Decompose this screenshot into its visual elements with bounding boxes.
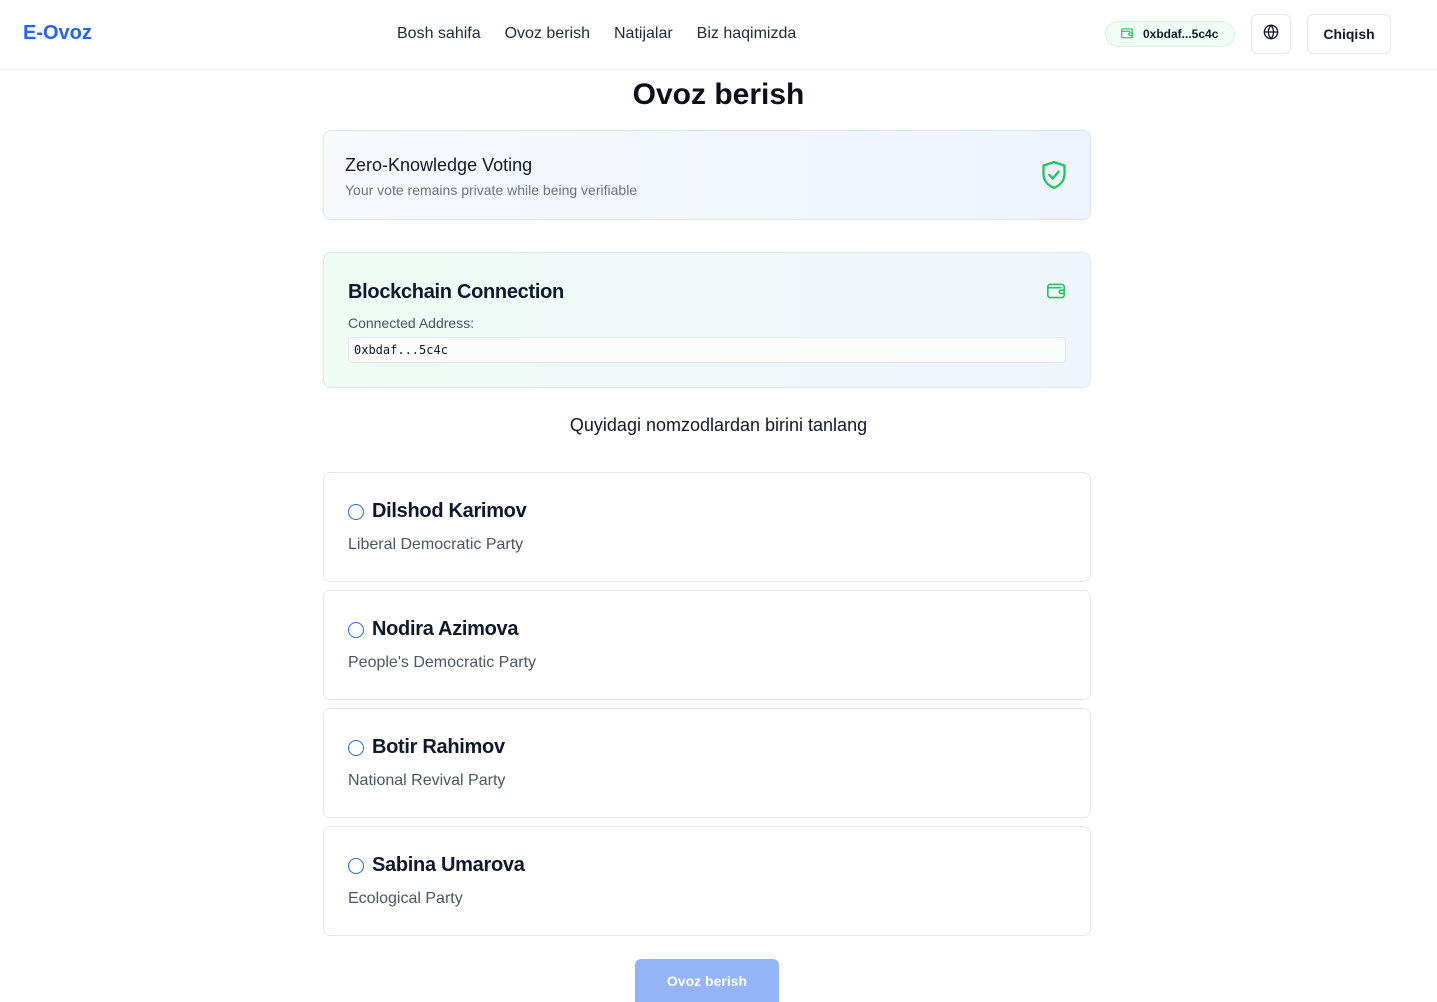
candidate-name: Sabina Umarova: [372, 854, 525, 876]
blockchain-connection-card: Blockchain Connection Connected Address:…: [323, 252, 1091, 388]
candidate-name: Dilshod Karimov: [372, 500, 527, 522]
candidate-name: Botir Rahimov: [372, 736, 505, 758]
wallet-icon: [1120, 26, 1134, 43]
zk-card-title: Zero-Knowledge Voting: [345, 155, 533, 175]
candidate-party: Liberal Democratic Party: [348, 536, 524, 553]
connected-address-label: Connected Address:: [348, 315, 475, 331]
candidate-option[interactable]: Sabina Umarova Ecological Party: [323, 826, 1091, 936]
main-nav: Bosh sahifa Ovoz berish Natijalar Biz ha…: [397, 25, 820, 43]
candidate-party: Ecological Party: [348, 890, 463, 907]
wallet-address-short: 0xbdaf...5c4c: [1143, 27, 1219, 41]
nav-link-vote[interactable]: Ovoz berish: [505, 25, 590, 43]
candidate-radio[interactable]: [348, 858, 364, 874]
zero-knowledge-card: Zero-Knowledge Voting Your vote remains …: [323, 130, 1091, 220]
candidate-name: Nodira Azimova: [372, 618, 519, 640]
zk-card-subtitle: Your vote remains private while being ve…: [345, 182, 638, 198]
connected-address-value: 0xbdaf...5c4c: [348, 337, 1066, 363]
candidate-party: National Revival Party: [348, 772, 506, 789]
language-button[interactable]: [1251, 14, 1291, 54]
blockchain-card-title: Blockchain Connection: [348, 281, 564, 303]
page-title: Ovoz berish: [632, 78, 805, 111]
nav-link-results[interactable]: Natijalar: [614, 25, 673, 43]
candidate-instruction: Quyidagi nomzodlardan birini tanlang: [569, 415, 868, 435]
submit-vote-button[interactable]: Ovoz berish: [635, 959, 779, 1002]
candidate-radio[interactable]: [348, 504, 364, 520]
top-header: E-Ovoz Bosh sahifa Ovoz berish Natijalar…: [0, 0, 1437, 70]
candidate-option[interactable]: Dilshod Karimov Liberal Democratic Party: [323, 472, 1091, 582]
wallet-badge[interactable]: 0xbdaf...5c4c: [1105, 21, 1235, 47]
candidate-option[interactable]: Nodira Azimova People's Democratic Party: [323, 590, 1091, 700]
globe-icon: [1263, 24, 1279, 45]
wallet-icon: [1046, 282, 1066, 305]
candidate-radio[interactable]: [348, 622, 364, 638]
candidate-radio[interactable]: [348, 740, 364, 756]
nav-link-about[interactable]: Biz haqimizda: [697, 25, 797, 43]
shield-check-icon: [1040, 159, 1068, 196]
candidate-option[interactable]: Botir Rahimov National Revival Party: [323, 708, 1091, 818]
logout-button[interactable]: Chiqish: [1307, 14, 1391, 54]
nav-link-home[interactable]: Bosh sahifa: [397, 25, 481, 43]
app-logo[interactable]: E-Ovoz: [23, 22, 92, 45]
candidate-party: People's Democratic Party: [348, 654, 537, 671]
